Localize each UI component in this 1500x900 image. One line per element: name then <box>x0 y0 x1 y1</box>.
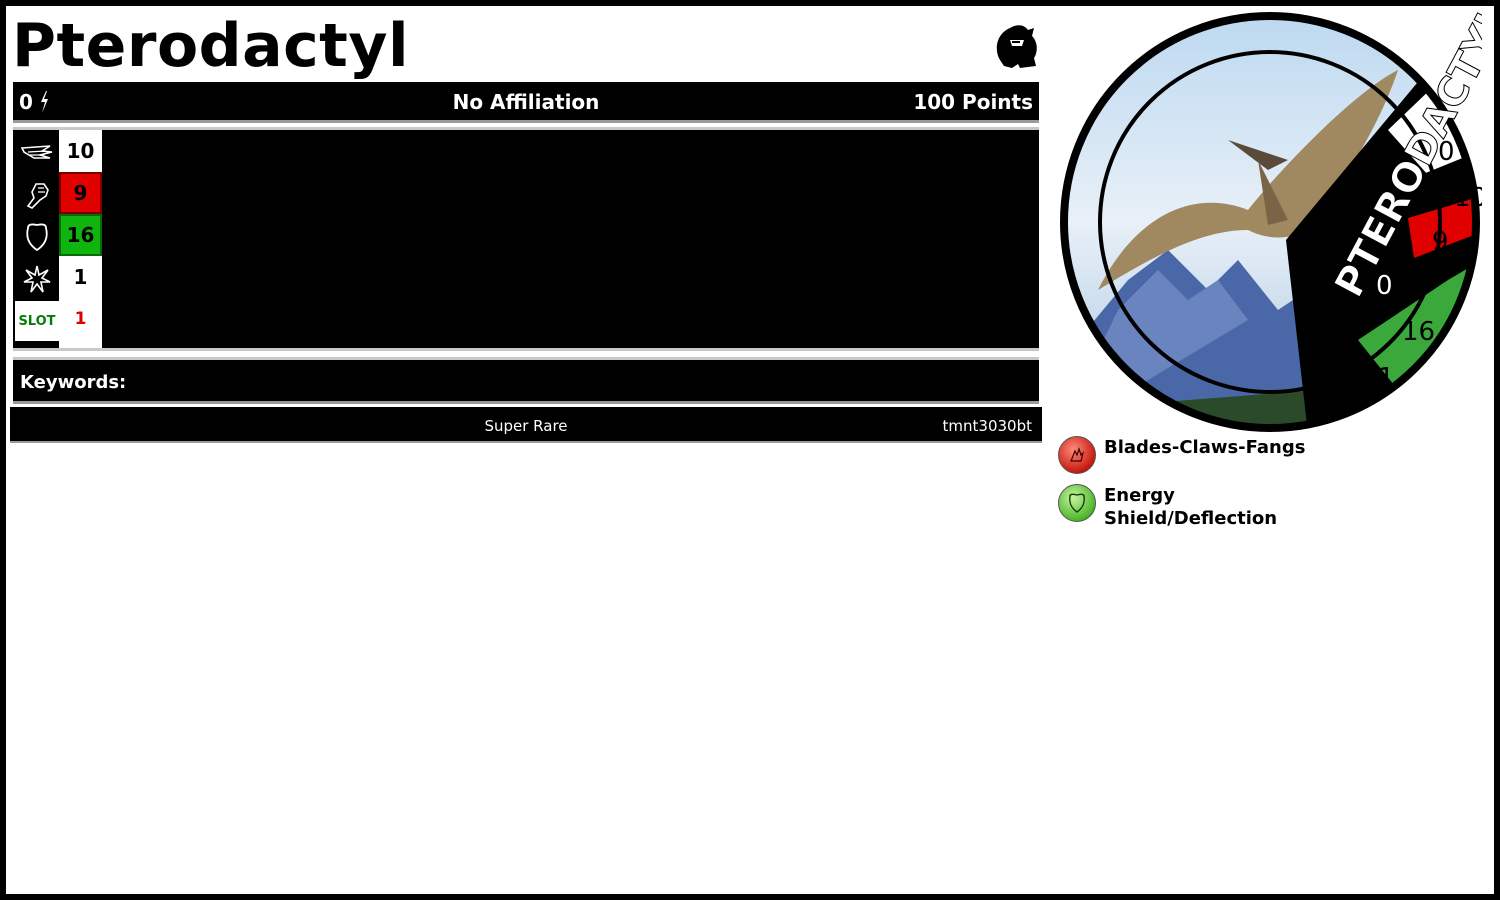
defense-value: 16 <box>59 214 102 256</box>
combat-icon-column: SLOT <box>15 132 59 341</box>
power-item[interactable]: Energy Shield/Deflection <box>1058 484 1318 530</box>
dial-value-point: 0 <box>1438 137 1455 167</box>
dial-value-speed: 10 <box>1454 183 1482 213</box>
dial-value-range: 0 <box>1376 271 1393 301</box>
power-name: Blades-Claws-Fangs <box>1104 437 1306 458</box>
power-name: Energy Shield/Deflection <box>1104 485 1278 529</box>
skull-helmet-icon <box>996 25 1037 68</box>
damage-starburst-icon <box>15 258 59 300</box>
card-frame: Pterodactyl 0 No Affiliation 100 Points <box>6 6 1494 894</box>
footer-bar: Super Rare tmnt3030bt <box>10 407 1042 443</box>
character-name: Pterodactyl <box>12 11 410 81</box>
power-item[interactable]: Blades-Claws-Fangs <box>1058 436 1318 474</box>
dial-image: PTERODACTYL 0 10 9 0 16 1 <box>1060 10 1482 432</box>
keywords-bar: Keywords: <box>13 357 1039 404</box>
affiliation-label: No Affiliation <box>452 90 600 114</box>
slot-label: SLOT <box>15 301 59 341</box>
keywords-label: Keywords: <box>20 372 127 393</box>
speed-wing-icon <box>15 132 59 174</box>
header-bar: 0 No Affiliation 100 Points <box>13 82 1039 123</box>
damage-value: 1 <box>73 265 88 289</box>
speed-value: 10 <box>66 139 95 163</box>
set-code: tmnt3030bt <box>942 417 1032 435</box>
combat-dial-panel: SLOT 10 9 16 1 1 <box>13 127 1039 351</box>
combat-value-column: 10 9 16 1 1 <box>59 130 102 348</box>
attack-fist-icon <box>15 174 59 216</box>
claw-icon <box>1058 436 1096 474</box>
dial-value-defense: 16 <box>1402 317 1435 347</box>
attack-value: 9 <box>59 172 102 214</box>
points-label: 100 Points <box>913 90 1033 114</box>
shield-icon <box>1058 484 1096 522</box>
dial-value-damage: 1 <box>1378 363 1395 393</box>
slot-value: 1 <box>74 309 87 329</box>
rarity-label: Super Rare <box>484 417 568 435</box>
defense-shield-icon <box>15 216 59 258</box>
powers-list: Blades-Claws-Fangs Energy Shield/Deflect… <box>1058 436 1318 540</box>
dial-value-attack: 9 <box>1432 227 1449 257</box>
